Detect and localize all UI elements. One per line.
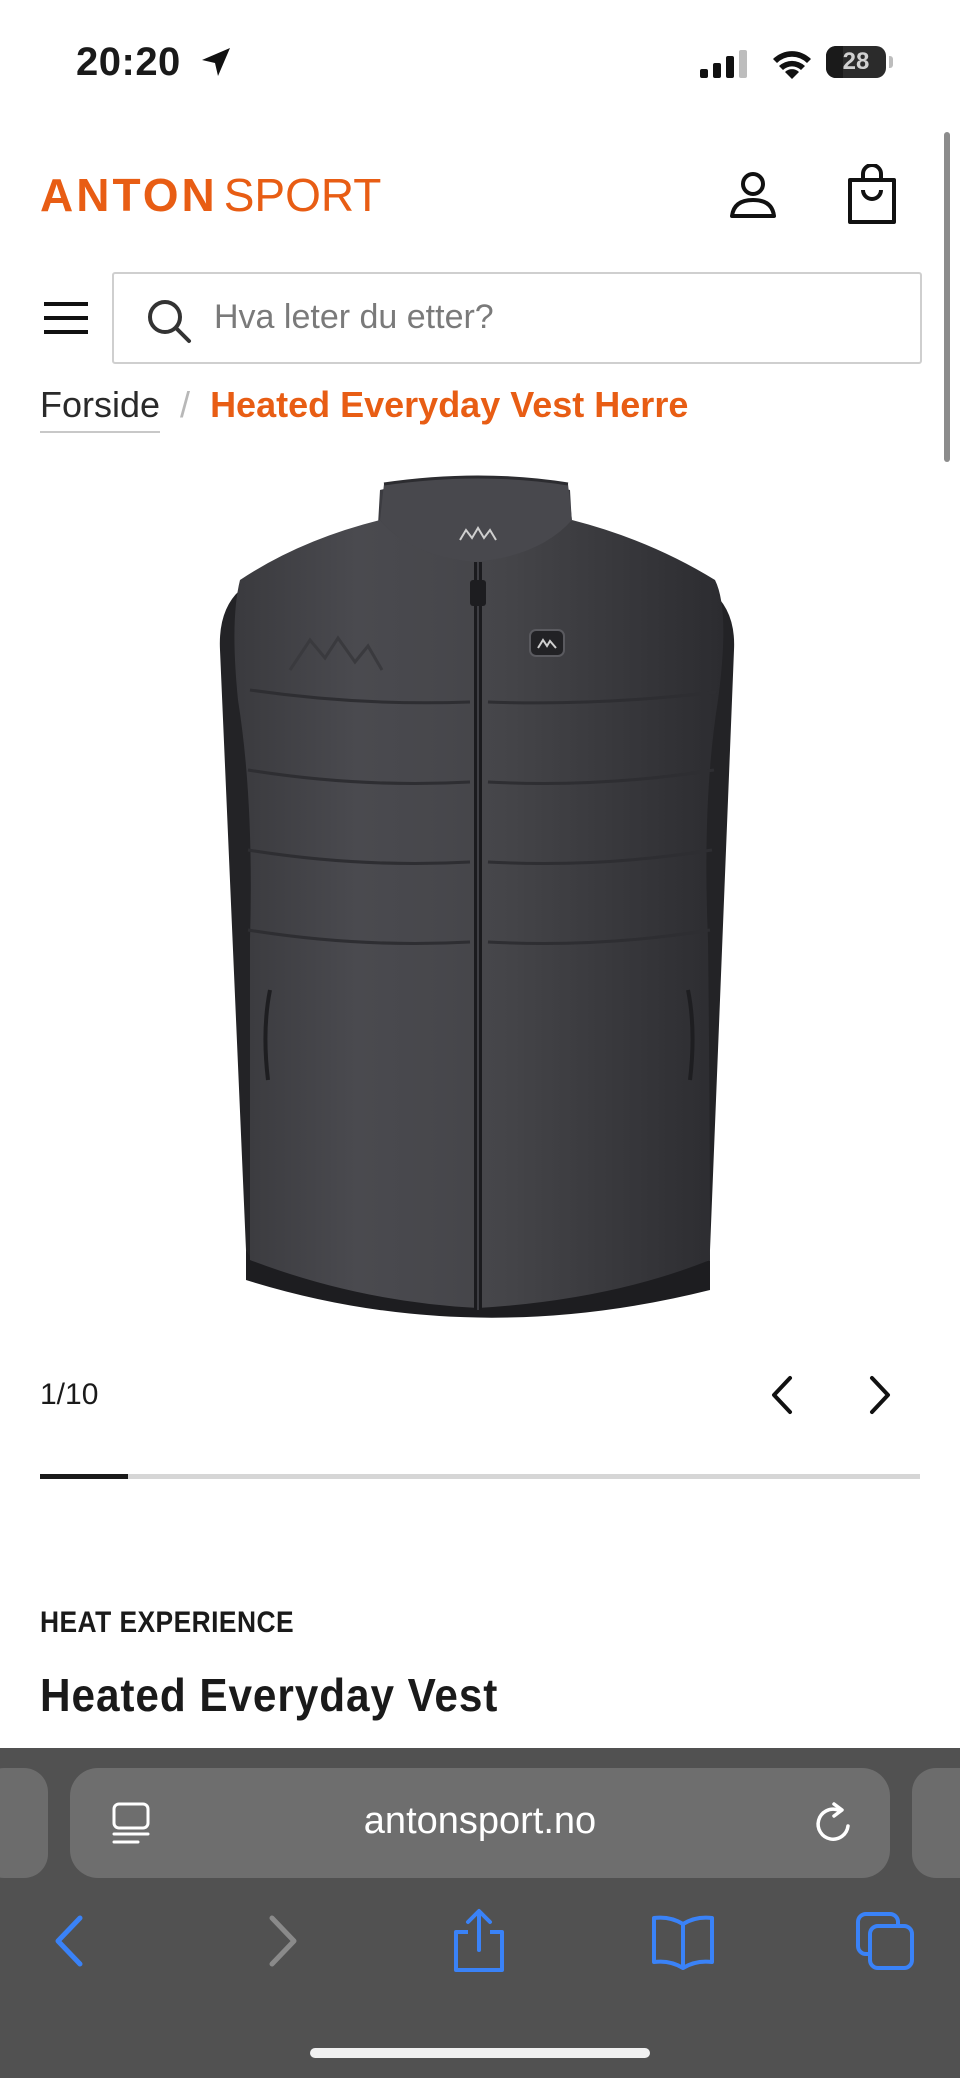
product-image[interactable] [210, 470, 750, 1350]
user-icon[interactable] [726, 168, 780, 222]
home-indicator[interactable] [310, 2048, 650, 2058]
shopping-bag-icon[interactable] [846, 164, 898, 228]
breadcrumb-separator: / [180, 384, 191, 425]
tabs-icon[interactable] [852, 1908, 918, 1974]
share-icon[interactable] [446, 1908, 512, 1974]
location-arrow-icon [202, 48, 230, 76]
back-icon[interactable] [40, 1908, 106, 1974]
gallery-progress-fill [40, 1474, 128, 1479]
browser-toolbar: antonsport.no [0, 1748, 960, 2078]
status-bar: 20:20 28 [0, 0, 960, 120]
url-text: antonsport.no [363, 1800, 597, 1842]
battery-nub [889, 56, 893, 68]
hamburger-menu-icon[interactable] [44, 300, 88, 336]
gallery-counter: 1/10 [40, 1378, 99, 1411]
logo-sport: SPORT [223, 169, 382, 221]
forward-icon[interactable] [246, 1908, 312, 1974]
product-title: Heated Everyday Vest [40, 1669, 499, 1721]
bookmarks-icon[interactable] [650, 1908, 716, 1974]
breadcrumb-home-link[interactable]: Forside [40, 384, 161, 433]
cellular-signal-icon [700, 50, 747, 78]
next-tab-preview[interactable] [912, 1768, 960, 1878]
wifi-icon [773, 51, 811, 79]
battery-percent: 28 [842, 48, 870, 75]
gallery-progress-track [40, 1474, 920, 1479]
previous-tab-preview[interactable] [0, 1768, 48, 1878]
site-logo[interactable]: ANTON SPORT [40, 168, 381, 222]
chevron-left-icon[interactable] [764, 1372, 800, 1418]
status-time: 20:20 [76, 40, 181, 84]
search-icon [148, 300, 191, 343]
scroll-indicator[interactable] [944, 132, 950, 462]
reload-icon[interactable] [812, 1800, 856, 1846]
address-bar[interactable]: antonsport.no [70, 1768, 890, 1878]
search-input[interactable]: Hva leter du etter? [112, 272, 922, 364]
search-placeholder: Hva leter du etter? [214, 298, 494, 336]
battery-icon: 28 [826, 46, 886, 78]
breadcrumb-current: Heated Everyday Vest Herre [210, 384, 689, 425]
logo-anton: ANTON [40, 169, 218, 221]
breadcrumb: Forside / Heated Everyday Vest Herre [40, 384, 689, 433]
product-brand[interactable]: HEAT EXPERIENCE [40, 1606, 294, 1640]
chevron-right-icon[interactable] [862, 1372, 898, 1418]
